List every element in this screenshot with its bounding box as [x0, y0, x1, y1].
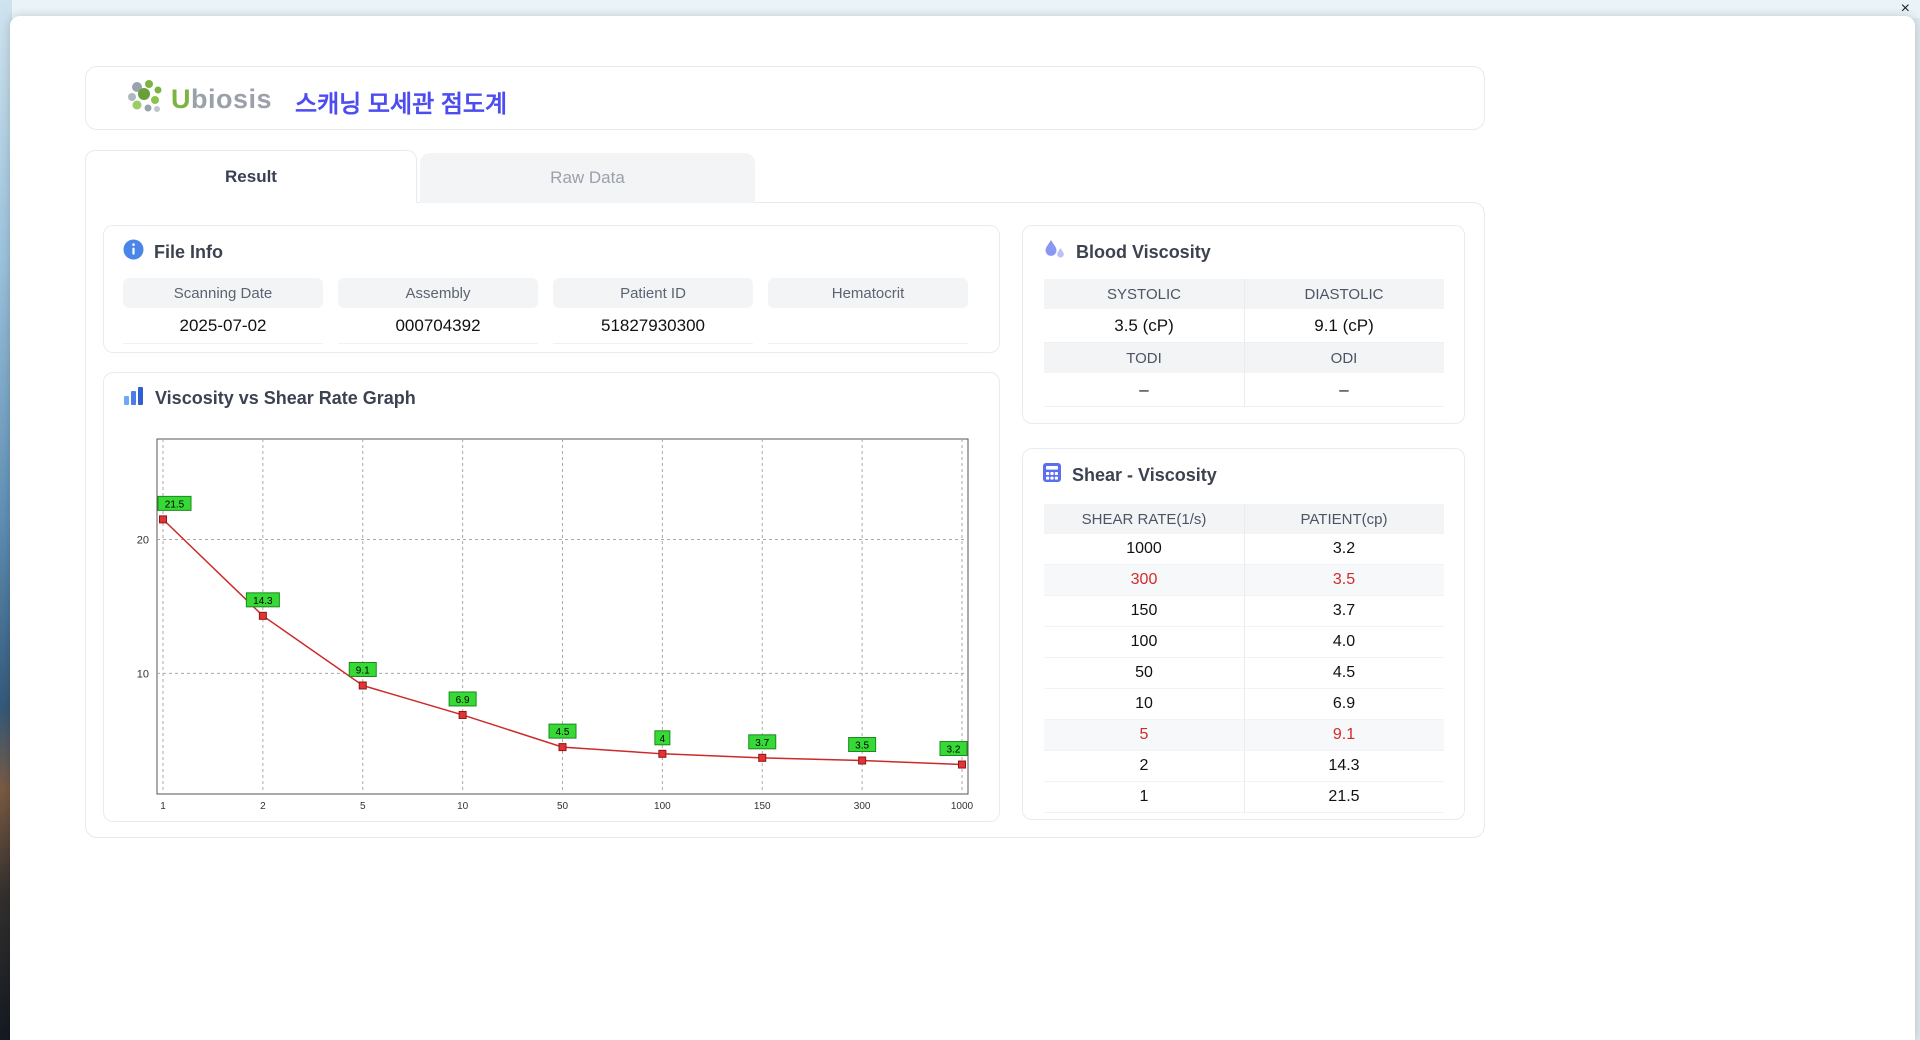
field-value: 2025-07-02	[123, 308, 323, 344]
patient-value-cell: 6.9	[1244, 689, 1444, 720]
field-patient-id: Patient ID 51827930300	[553, 278, 753, 344]
patient-value-cell: 21.5	[1244, 782, 1444, 813]
svg-text:10: 10	[137, 668, 149, 680]
bv-diastolic-value: 9.1 (cP)	[1244, 309, 1444, 343]
shear-viscosity-title: Shear - Viscosity	[1072, 465, 1217, 486]
svg-text:14.3: 14.3	[253, 596, 273, 607]
shear-rate-cell: 10	[1044, 689, 1244, 720]
bv-todi-value: –	[1044, 373, 1244, 407]
svg-text:100: 100	[654, 801, 671, 811]
graph-title: Viscosity vs Shear Rate Graph	[155, 388, 416, 409]
patient-value-cell: 4.5	[1244, 658, 1444, 689]
svg-text:300: 300	[854, 801, 871, 811]
shear-rate-cell: 1000	[1044, 534, 1244, 565]
file-info-title: File Info	[154, 242, 223, 263]
field-assembly: Assembly 000704392	[338, 278, 538, 344]
shear-rate-cell: 100	[1044, 627, 1244, 658]
bv-header-todi: TODI	[1044, 343, 1244, 373]
shear-rate-cell: 50	[1044, 658, 1244, 689]
tab-raw-data[interactable]: Raw Data	[420, 153, 755, 203]
bv-odi-value: –	[1244, 373, 1444, 407]
field-value	[768, 308, 968, 344]
app-logo: Ubiosis	[125, 78, 272, 121]
patient-value-cell: 9.1	[1244, 720, 1444, 751]
page-title: 스캐닝 모세관 점도계	[295, 84, 507, 119]
svg-text:10: 10	[457, 801, 469, 811]
logo-text: Ubiosis	[171, 84, 272, 115]
sv-header-patient: PATIENT(cp)	[1244, 504, 1444, 534]
bv-header-diastolic: DIASTOLIC	[1244, 279, 1444, 309]
svg-text:20: 20	[137, 534, 149, 546]
column-divider	[1244, 279, 1245, 407]
shear-rate-cell: 150	[1044, 596, 1244, 627]
sv-header-shear-rate: SHEAR RATE(1/s)	[1044, 504, 1244, 534]
field-label: Scanning Date	[123, 278, 323, 308]
svg-text:9.1: 9.1	[356, 665, 370, 676]
patient-value-cell: 3.7	[1244, 596, 1444, 627]
viscosity-chart: 10 20 1 2 5 10 50 100 150 300 1000 21.5 14.3 9.1 6.9 4.…	[119, 433, 979, 811]
field-label: Hematocrit	[768, 278, 968, 308]
field-scanning-date: Scanning Date 2025-07-02	[123, 278, 323, 344]
svg-text:21.5: 21.5	[165, 499, 185, 510]
field-label: Patient ID	[553, 278, 753, 308]
patient-value-cell: 4.0	[1244, 627, 1444, 658]
file-info-fields: Scanning Date 2025-07-02 Assembly 000704…	[123, 278, 968, 344]
shear-rate-cell: 2	[1044, 751, 1244, 782]
shear-rate-cell: 300	[1044, 565, 1244, 596]
patient-value-cell: 3.5	[1244, 565, 1444, 596]
svg-text:4.5: 4.5	[556, 727, 570, 738]
svg-text:3.2: 3.2	[947, 745, 961, 756]
patient-value-cell: 14.3	[1244, 751, 1444, 782]
blood-viscosity-title: Blood Viscosity	[1076, 242, 1211, 263]
svg-text:1000: 1000	[951, 801, 974, 811]
column-divider	[1244, 504, 1245, 813]
blood-viscosity-table: SYSTOLIC DIASTOLIC 3.5 (cP) 9.1 (cP) TOD…	[1044, 279, 1444, 407]
blood-viscosity-card: Blood Viscosity SYSTOLIC DIASTOLIC 3.5 (…	[1022, 225, 1465, 424]
field-value: 000704392	[338, 308, 538, 344]
bv-header-systolic: SYSTOLIC	[1044, 279, 1244, 309]
svg-text:150: 150	[754, 801, 771, 811]
bv-header-odi: ODI	[1244, 343, 1444, 373]
svg-text:1: 1	[160, 801, 166, 811]
info-icon	[123, 239, 144, 265]
calculator-icon	[1042, 462, 1062, 488]
field-hematocrit: Hematocrit	[768, 278, 968, 344]
shear-rate-cell: 5	[1044, 720, 1244, 751]
svg-text:5: 5	[360, 801, 366, 811]
svg-text:50: 50	[557, 801, 569, 811]
patient-value-cell: 3.2	[1244, 534, 1444, 565]
tab-result[interactable]: Result	[85, 150, 417, 203]
bar-chart-icon	[123, 386, 145, 411]
viscosity-graph-card: Viscosity vs Shear Rate Graph 10 20 1 2 5 10 5…	[103, 372, 1000, 822]
svg-text:3.5: 3.5	[855, 741, 869, 752]
svg-text:2: 2	[260, 801, 266, 811]
bv-systolic-value: 3.5 (cP)	[1044, 309, 1244, 343]
logo-leaf-icon	[125, 78, 165, 121]
droplet-icon	[1042, 239, 1066, 266]
shear-rate-cell: 1	[1044, 782, 1244, 813]
svg-text:4: 4	[660, 734, 666, 745]
shear-viscosity-table: SHEAR RATE(1/s) PATIENT(cp) 1000 3.2 300…	[1044, 504, 1444, 813]
svg-text:6.9: 6.9	[456, 695, 470, 706]
field-value: 51827930300	[553, 308, 753, 344]
svg-text:3.7: 3.7	[755, 738, 769, 749]
shear-viscosity-card: Shear - Viscosity SHEAR RATE(1/s) PATIEN…	[1022, 448, 1465, 820]
field-label: Assembly	[338, 278, 538, 308]
file-info-card: File Info Scanning Date 2025-07-02 Assem…	[103, 225, 1000, 353]
